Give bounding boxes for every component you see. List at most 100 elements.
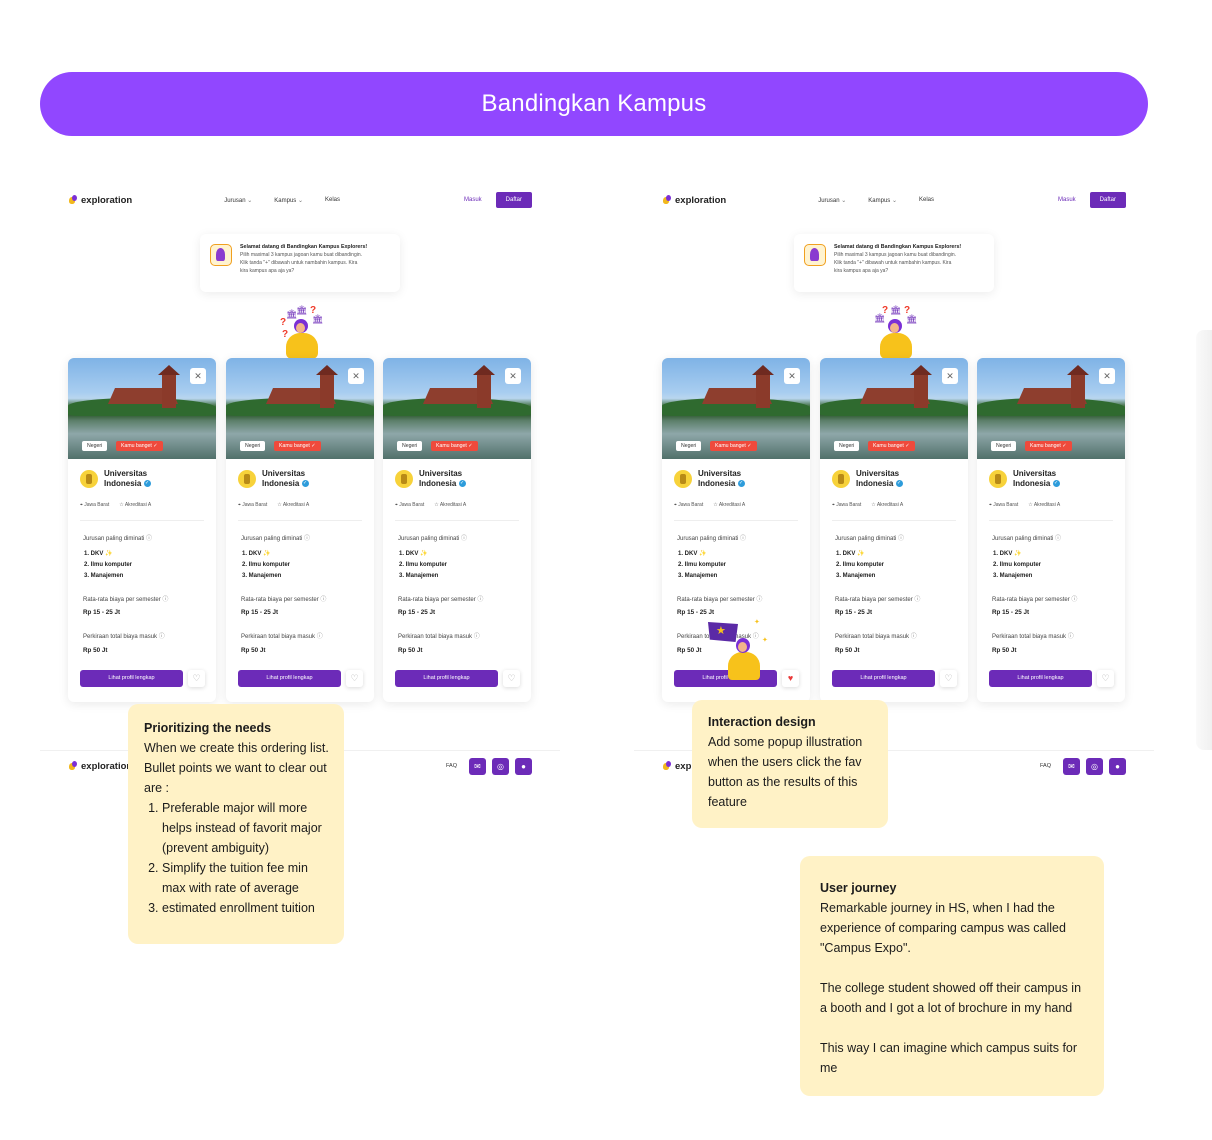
note-title: Interaction design [708, 715, 816, 729]
offscreen-frame-edge [1196, 330, 1212, 750]
note-list: Preferable major will more helps instead… [144, 798, 332, 918]
university-logo [674, 470, 692, 488]
heart-icon-filled[interactable]: ♥ [782, 670, 799, 687]
mail-icon[interactable]: ✉ [469, 757, 486, 775]
nav-jurusan[interactable]: Jurusan [818, 197, 846, 204]
nav-links: Jurusan Kampus Kelas [224, 197, 340, 204]
info-icon: ⓘ [740, 536, 747, 542]
page-banner: Bandingkan Kampus [40, 72, 1148, 136]
fee-label: Rata-rata biaya per semester ⓘ [992, 597, 1078, 603]
nav-jurusan[interactable]: Jurusan [224, 197, 252, 204]
sparkle-icon: ✨ [105, 551, 113, 557]
total-label: Perkiraan total biaya masuk ⓘ [83, 634, 165, 640]
nav-kampus[interactable]: Kampus [274, 197, 303, 204]
brand-logo[interactable]: exploration [68, 195, 132, 206]
close-icon[interactable]: ✕ [505, 368, 521, 384]
chat-icon[interactable]: ● [515, 757, 532, 775]
sticky-note-prioritizing: Prioritizing the needs When we create th… [128, 704, 344, 944]
mail-icon[interactable]: ✉ [1063, 757, 1080, 775]
campus-card: ✕ Negeri Kamu banget ✓ Universitas Indone… [226, 358, 374, 702]
register-button[interactable]: Daftar [1089, 192, 1126, 208]
logo-icon [68, 195, 78, 205]
star-icon: ☆ [277, 502, 282, 508]
nav-auth: Masuk Daftar [464, 192, 532, 208]
welcome-avatar-icon [804, 244, 826, 266]
nav-kampus[interactable]: Kampus [868, 197, 897, 204]
total-label: Perkiraan total biaya masuk ⓘ [992, 634, 1074, 640]
welcome-card: Selamat datang di Bandingkan Kampus Expl… [200, 234, 400, 292]
note-paragraph: The college student showed off their cam… [820, 981, 1082, 1015]
fee-value: Rp 15 - 25 Jt [677, 609, 715, 616]
close-icon[interactable]: ✕ [942, 368, 958, 384]
close-icon[interactable]: ✕ [190, 368, 206, 384]
close-icon[interactable]: ✕ [1099, 368, 1115, 384]
close-icon[interactable]: ✕ [348, 368, 364, 384]
fee-value: Rp 15 - 25 Jt [241, 609, 279, 616]
faq-link[interactable]: FAQ [1040, 763, 1051, 769]
campus-meta: ⌖ Jawa Barat ☆ Akreditasi A [80, 502, 152, 508]
sparkle-icon: ✨ [420, 551, 428, 557]
view-profile-button[interactable]: Lihat profil lengkap [80, 670, 183, 687]
note-body: Add some popup illustration when the use… [708, 735, 863, 809]
heart-icon[interactable]: ♡ [346, 670, 363, 687]
campus-meta: ⌖ Jawa Barat ☆ Akreditasi A [674, 502, 746, 508]
sparkle-icon: ✨ [1014, 551, 1022, 557]
university-header: Universitas Indonesia ✓ [80, 469, 151, 489]
sticky-note-journey: User journey Remarkable journey in HS, w… [800, 856, 1104, 1096]
welcome-title: Selamat datang di Bandingkan Kampus Expl… [834, 244, 962, 250]
welcome-line: Klik tanda "+" dibawah untuk nambahin ka… [834, 260, 952, 266]
social-links: ✉ ◎ ● [469, 757, 532, 775]
info-icon: ⓘ [461, 536, 468, 542]
university-name: Universitas Indonesia ✓ [1013, 469, 1060, 488]
view-profile-button[interactable]: Lihat profil lengkap [238, 670, 341, 687]
university-name: Universitas Indonesia ✓ [856, 469, 903, 488]
divider [989, 520, 1113, 521]
brand-name: exploration [675, 194, 727, 206]
heart-icon[interactable]: ♡ [1097, 670, 1114, 687]
view-profile-button[interactable]: Lihat profil lengkap [395, 670, 498, 687]
nav-kelas[interactable]: Kelas [325, 197, 340, 204]
welcome-line: Pilih maximal 3 kampus jagoan kamu buat … [834, 252, 957, 258]
nav-auth: Masuk Daftar [1058, 192, 1126, 208]
instagram-icon[interactable]: ◎ [492, 757, 509, 775]
verified-icon: ✓ [1052, 480, 1060, 488]
university-name: Universitas Indonesia ✓ [262, 469, 309, 488]
university-header: Universitas Indonesia ✓ [238, 469, 309, 489]
register-button[interactable]: Daftar [495, 192, 532, 208]
university-logo [989, 470, 1007, 488]
fee-label: Rata-rata biaya per semester ⓘ [241, 597, 327, 603]
brand-logo[interactable]: exploration [662, 195, 726, 206]
faq-link[interactable]: FAQ [446, 763, 457, 769]
info-icon: ⓘ [477, 597, 484, 603]
note-title: User journey [820, 881, 897, 895]
chat-icon[interactable]: ● [1109, 757, 1126, 775]
view-profile-button[interactable]: Lihat profil lengkap [832, 670, 935, 687]
close-icon[interactable]: ✕ [784, 368, 800, 384]
tag-kamu-banget: Kamu banget ✓ [868, 441, 915, 451]
footer-logo[interactable]: exploration [68, 761, 132, 772]
heart-icon[interactable]: ♡ [940, 670, 957, 687]
info-icon: ⓘ [1067, 634, 1074, 640]
info-icon: ⓘ [304, 536, 311, 542]
divider [395, 520, 519, 521]
sticky-note-interaction: Interaction design Add some popup illust… [692, 700, 888, 828]
login-link[interactable]: Masuk [464, 197, 482, 203]
university-header: Universitas Indonesia ✓ [989, 469, 1060, 489]
majors-list: 1. DKV ✨ 2. Ilmu komputer 3. Manajemen [993, 551, 1042, 579]
verified-icon: ✓ [143, 480, 151, 488]
login-link[interactable]: Masuk [1058, 197, 1076, 203]
university-logo [832, 470, 850, 488]
divider [238, 520, 362, 521]
instagram-icon[interactable]: ◎ [1086, 757, 1103, 775]
view-profile-button[interactable]: Lihat profil lengkap [989, 670, 1092, 687]
tag-negeri: Negeri [834, 441, 860, 451]
navbar: exploration Jurusan Kampus Kelas Masuk D… [662, 190, 1126, 210]
nav-kelas[interactable]: Kelas [919, 197, 934, 204]
university-header: Universitas Indonesia ✓ [832, 469, 903, 489]
verified-icon: ✓ [458, 480, 466, 488]
fee-value: Rp 15 - 25 Jt [398, 609, 436, 616]
tag-kamu-banget: Kamu banget ✓ [710, 441, 757, 451]
heart-icon[interactable]: ♡ [503, 670, 520, 687]
campus-meta: ⌖ Jawa Barat ☆ Akreditasi A [832, 502, 904, 508]
heart-icon[interactable]: ♡ [188, 670, 205, 687]
